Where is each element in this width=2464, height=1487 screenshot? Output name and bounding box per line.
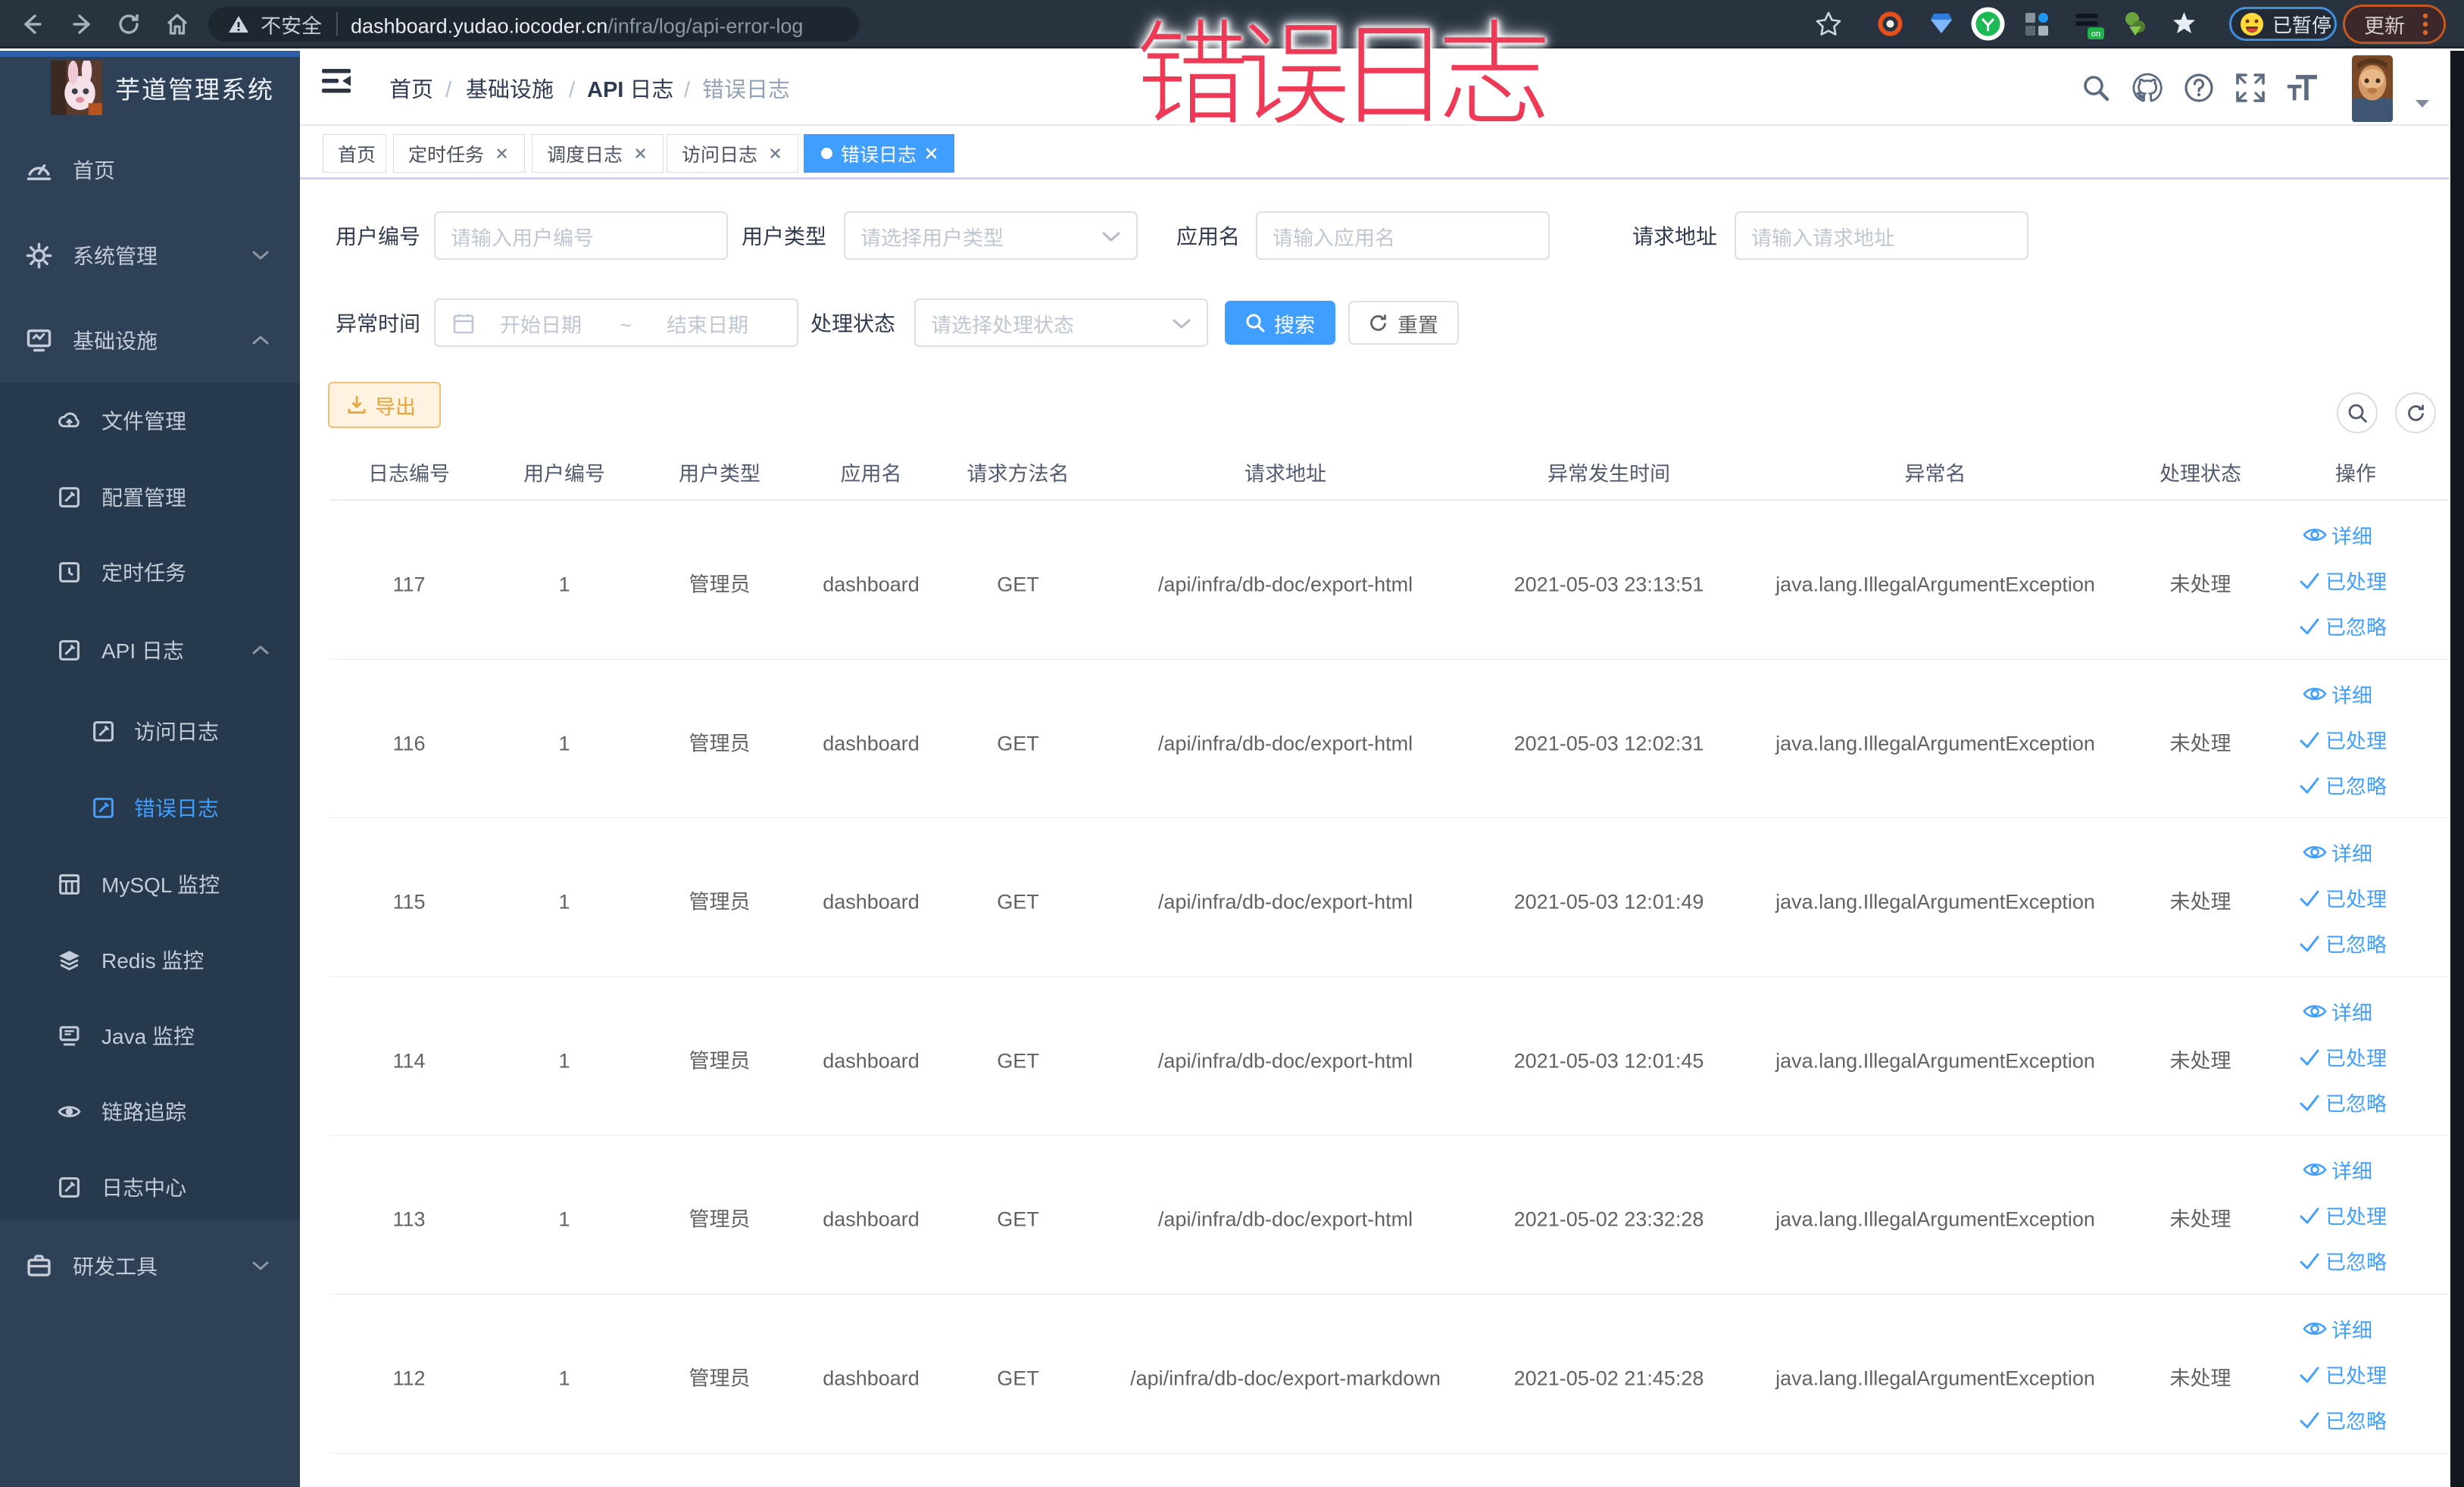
- svg-text:on: on: [2091, 30, 2100, 39]
